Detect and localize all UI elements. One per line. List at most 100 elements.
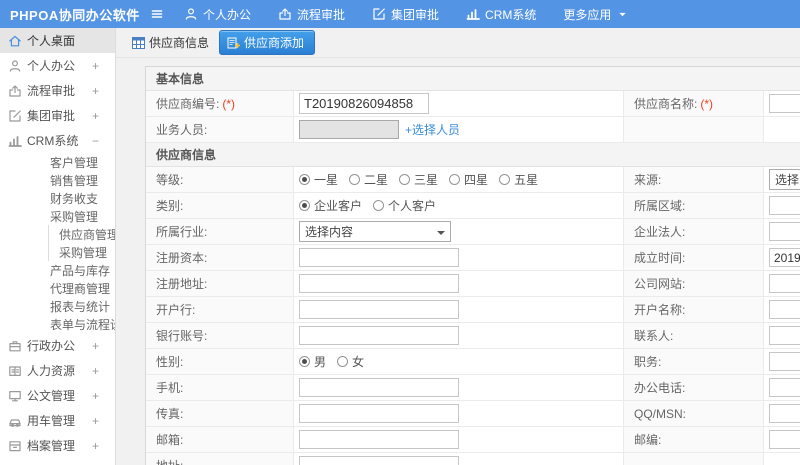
text-input[interactable]	[299, 456, 459, 465]
select-person-link[interactable]: +选择人员	[405, 121, 460, 138]
sidebar-item[interactable]: 代理商管理 +	[0, 279, 115, 297]
collapse-icon[interactable]: −	[74, 209, 81, 223]
expand-icon[interactable]: +	[92, 339, 99, 353]
text-input[interactable]	[299, 378, 459, 397]
field-label: 职务:	[634, 355, 662, 369]
tab-supplier-add[interactable]: 供应商添加	[219, 30, 316, 55]
expand-icon[interactable]: +	[74, 173, 81, 187]
form-field-cell: 企业客户 个人客户	[294, 193, 624, 218]
sidebar-item-label: 行政办公	[27, 339, 76, 353]
form-label-cell: 传真:	[146, 401, 294, 426]
expand-icon[interactable]: +	[92, 84, 99, 98]
expand-icon[interactable]: +	[92, 414, 99, 428]
text-input[interactable]	[769, 378, 800, 397]
sidebar-item[interactable]: 产品与库存 +	[0, 261, 115, 279]
expand-icon[interactable]: +	[92, 59, 99, 73]
collapse-icon[interactable]: −	[92, 134, 99, 148]
expand-icon[interactable]: +	[74, 155, 81, 169]
field-label: 开户名称:	[634, 303, 686, 317]
sidebar-item[interactable]: 采购管理 −	[0, 207, 115, 225]
sidebar-item[interactable]: 人力资源 +	[0, 358, 115, 383]
expand-icon[interactable]: +	[92, 439, 99, 453]
radio-option[interactable]: 五星	[499, 171, 538, 188]
text-input[interactable]	[299, 430, 459, 449]
text-input[interactable]	[769, 326, 800, 345]
text-input[interactable]	[299, 120, 399, 139]
sidebar-item[interactable]: 个人桌面	[0, 28, 115, 53]
text-input[interactable]	[299, 300, 459, 319]
upload-icon	[278, 7, 292, 21]
sidebar-item[interactable]: CRM系统 −	[0, 128, 115, 153]
hamburger-icon[interactable]	[142, 7, 172, 21]
top-bar: PHPOA协同办公软件 个人办公 流程审批 集团审批 CRM系统 更多应用	[0, 0, 800, 28]
sidebar-item[interactable]: 档案管理 +	[0, 433, 115, 458]
tab-supplier-info[interactable]: 供应商信息	[132, 34, 209, 51]
radio-icon	[399, 174, 411, 185]
expand-icon[interactable]: +	[74, 281, 81, 295]
radio-option[interactable]: 一星	[299, 171, 338, 188]
text-input[interactable]	[769, 352, 800, 371]
radio-option[interactable]: 企业客户	[299, 197, 362, 214]
top-nav-item[interactable]: CRM系统	[466, 6, 536, 23]
sidebar-item[interactable]: 个人办公 +	[0, 53, 115, 78]
expand-icon[interactable]: +	[92, 389, 99, 403]
text-input[interactable]	[769, 248, 800, 267]
text-input[interactable]	[299, 404, 459, 423]
radio-option[interactable]: 男	[299, 353, 326, 370]
sidebar-item[interactable]: 集团审批 +	[0, 103, 115, 128]
sidebar-item[interactable]: 财务收支 +	[0, 189, 115, 207]
form-label-cell: 类别:	[146, 193, 294, 218]
radio-option[interactable]: 三星	[399, 171, 438, 188]
text-input[interactable]	[769, 430, 800, 449]
select-input[interactable]: 选择内容	[299, 221, 451, 242]
field-label: 手机:	[156, 381, 184, 395]
expand-icon[interactable]: +	[92, 364, 99, 378]
radio-option[interactable]: 二星	[349, 171, 388, 188]
text-input[interactable]	[769, 94, 800, 113]
tab-label: 供应商信息	[149, 36, 210, 50]
sidebar-item[interactable]: 客户管理 +	[0, 153, 115, 171]
text-input[interactable]	[769, 274, 800, 293]
sidebar-item[interactable]: 报表与统计	[0, 297, 115, 315]
text-input[interactable]	[299, 274, 459, 293]
form-label-cell: 公司网站:	[624, 271, 764, 296]
sidebar-item-label: 个人办公	[27, 59, 76, 73]
expand-icon[interactable]: +	[74, 263, 81, 277]
chart-icon	[466, 7, 480, 21]
sidebar-item[interactable]: 行政办公 +	[0, 333, 115, 358]
required-marker: (*)	[222, 96, 236, 111]
top-nav-label: 集团审批	[391, 7, 440, 22]
text-input[interactable]	[769, 196, 800, 215]
sidebar-item[interactable]: 表单与流程设置+	[0, 315, 115, 333]
text-input[interactable]	[299, 248, 459, 267]
radio-option[interactable]: 四星	[449, 171, 488, 188]
text-input[interactable]	[769, 222, 800, 241]
text-input[interactable]	[299, 326, 459, 345]
sidebar-item[interactable]: 流程审批 +	[0, 78, 115, 103]
form-label-cell: 开户行:	[146, 297, 294, 322]
form-label-cell: 企业法人:	[624, 219, 764, 244]
sidebar-item[interactable]: 用车管理 +	[0, 408, 115, 433]
sidebar-item[interactable]: 公文管理 +	[0, 383, 115, 408]
sidebar-item[interactable]: 供应商管理	[48, 225, 115, 243]
form-label-cell: 业务人员:	[146, 117, 294, 142]
select-input[interactable]: 选择内容	[769, 169, 800, 190]
expand-icon[interactable]: +	[92, 109, 99, 123]
field-label: 联系人:	[634, 329, 674, 343]
radio-option[interactable]: 个人客户	[373, 197, 436, 214]
text-input[interactable]	[299, 93, 429, 114]
field-label: 地址:	[156, 457, 183, 465]
top-nav-item[interactable]: 个人办公	[184, 6, 251, 23]
required-marker: (*)	[700, 96, 714, 111]
radio-option[interactable]: 女	[337, 353, 364, 370]
text-input[interactable]	[769, 404, 800, 423]
sidebar-item[interactable]: 采购管理	[48, 243, 115, 261]
top-nav-item[interactable]: 集团审批	[372, 6, 439, 23]
sidebar-item[interactable]: 销售管理 +	[0, 171, 115, 189]
text-input[interactable]	[769, 300, 800, 319]
field-label: 供应商名称:	[634, 97, 698, 111]
top-nav-item[interactable]: 更多应用	[563, 6, 627, 23]
form-field-cell	[294, 323, 624, 348]
top-nav-item[interactable]: 流程审批	[278, 6, 345, 23]
expand-icon[interactable]: +	[74, 191, 81, 205]
